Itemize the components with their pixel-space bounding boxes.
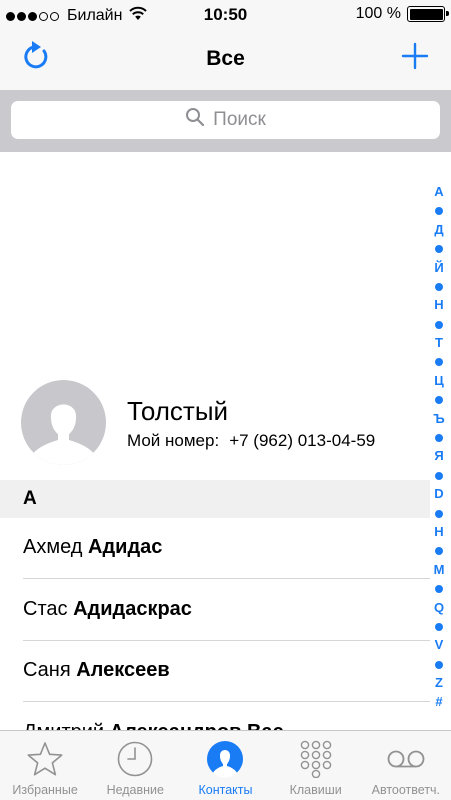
tab-label: Недавние: [106, 783, 164, 797]
my-card-name: Толстый: [127, 396, 229, 426]
my-card-number: Мой номер: +7 (962) 013-04-59: [127, 431, 375, 451]
signal-dot: [28, 11, 37, 21]
signal-strength-icon: [6, 11, 61, 21]
status-right: 100 %: [355, 5, 449, 23]
tab-favorites[interactable]: Избранные: [0, 731, 90, 800]
index-separator-dot[interactable]: [435, 240, 443, 259]
index-separator-dot[interactable]: [435, 429, 443, 448]
index-letter[interactable]: Й: [434, 259, 443, 278]
index-separator-dot[interactable]: [435, 655, 443, 674]
index-letter[interactable]: Ц: [434, 372, 444, 391]
search-placeholder: Поиск: [213, 109, 266, 130]
contact-name: Дмитрий Александров Вас...: [23, 721, 300, 730]
clock-icon: [115, 740, 155, 778]
tab-label: Контакты: [198, 783, 253, 797]
index-separator-dot[interactable]: [435, 202, 443, 221]
battery-nub: [446, 11, 449, 16]
voicemail-icon: [386, 740, 426, 778]
alphabet-index[interactable]: А Д Й Н Т Ц Ъ Я D H M Q V Z #: [431, 183, 447, 712]
index-letter[interactable]: Я: [434, 447, 443, 466]
divider: [23, 701, 430, 702]
battery-fill: [409, 8, 443, 20]
contact-last-name: Адидас: [88, 536, 163, 558]
index-letter[interactable]: Т: [435, 334, 443, 353]
battery-percent: 100 %: [355, 5, 401, 22]
divider: [23, 578, 430, 579]
index-separator-dot[interactable]: [435, 353, 443, 372]
section-letter: А: [23, 488, 37, 509]
signal-dot: [6, 11, 15, 21]
contact-first-name: Дмитрий: [23, 721, 104, 730]
tab-recents[interactable]: Недавние: [90, 731, 180, 800]
tab-keypad[interactable]: Клавиши: [271, 731, 361, 800]
table-row[interactable]: Стас Адидаскрас: [0, 580, 430, 641]
keypad-icon: [296, 740, 336, 778]
contact-last-name: Александров Вас...: [110, 721, 301, 730]
contact-first-name: Ахмед: [23, 536, 83, 558]
index-letter[interactable]: M: [434, 561, 445, 580]
table-row[interactable]: Дмитрий Александров Вас...: [0, 703, 430, 730]
contacts-icon: [205, 740, 245, 778]
table-row[interactable]: Саня Алексеев: [0, 641, 430, 702]
signal-dot: [39, 11, 48, 21]
index-separator-dot[interactable]: [435, 277, 443, 296]
status-left: Билайн: [6, 6, 148, 26]
wifi-icon: [128, 6, 148, 26]
search-input[interactable]: Поиск: [11, 101, 440, 139]
tab-label: Автоответч.: [371, 783, 441, 797]
my-number-value: +7 (962) 013-04-59: [229, 431, 376, 450]
signal-dot: [17, 11, 26, 21]
my-card[interactable]: Толстый Мой номер: +7 (962) 013-04-59: [0, 380, 430, 470]
tab-label: Клавиши: [289, 783, 342, 797]
contact-name: Саня Алексеев: [23, 659, 170, 682]
index-separator-dot[interactable]: [435, 617, 443, 636]
tab-bar: Избранные Недавние Контакты Клавиши Авто…: [0, 730, 451, 800]
tab-label: Избранные: [12, 783, 78, 797]
index-separator-dot[interactable]: [435, 504, 443, 523]
index-separator-dot[interactable]: [435, 580, 443, 599]
tab-contacts[interactable]: Контакты: [180, 731, 270, 800]
index-separator-dot[interactable]: [435, 466, 443, 485]
contact-first-name: Саня: [23, 659, 71, 681]
index-letter[interactable]: Q: [434, 599, 444, 618]
carrier-name: Билайн: [67, 7, 123, 24]
tab-voicemail[interactable]: Автоответч.: [361, 731, 451, 800]
contacts-list[interactable]: Толстый Мой номер: +7 (962) 013-04-59 А А…: [0, 152, 451, 730]
index-letter[interactable]: V: [435, 636, 444, 655]
status-bar: Билайн 10:50 100 %: [0, 0, 451, 30]
section-header: А: [0, 480, 430, 518]
contact-name: Стас Адидаскрас: [23, 598, 192, 621]
index-letter[interactable]: А: [434, 183, 443, 202]
index-letter[interactable]: Z: [435, 674, 443, 693]
my-number-label: Мой номер:: [127, 431, 220, 450]
star-icon: [25, 740, 65, 778]
index-letter[interactable]: Д: [434, 221, 443, 240]
index-separator-dot[interactable]: [435, 315, 443, 334]
contact-last-name: Алексеев: [76, 659, 170, 681]
navigation-bar: Все: [0, 30, 451, 90]
index-letter[interactable]: Ъ: [433, 410, 444, 429]
index-separator-dot[interactable]: [435, 391, 443, 410]
search-icon: [185, 107, 213, 133]
search-bar: Поиск: [0, 90, 451, 152]
contact-name: Ахмед Адидас: [23, 536, 162, 559]
battery-icon: [407, 6, 449, 22]
page-title: Все: [206, 47, 245, 70]
plus-icon: [401, 42, 429, 75]
contact-last-name: Адидаскрас: [73, 598, 192, 620]
index-letter[interactable]: D: [434, 485, 443, 504]
index-letter[interactable]: #: [435, 693, 442, 712]
index-letter[interactable]: Н: [434, 296, 443, 315]
signal-dot: [50, 11, 59, 21]
table-row[interactable]: Ахмед Адидас: [0, 518, 430, 579]
index-separator-dot[interactable]: [435, 542, 443, 561]
index-letter[interactable]: H: [434, 523, 443, 542]
avatar: [21, 380, 106, 465]
add-contact-button[interactable]: [399, 42, 431, 74]
contact-first-name: Стас: [23, 598, 68, 620]
